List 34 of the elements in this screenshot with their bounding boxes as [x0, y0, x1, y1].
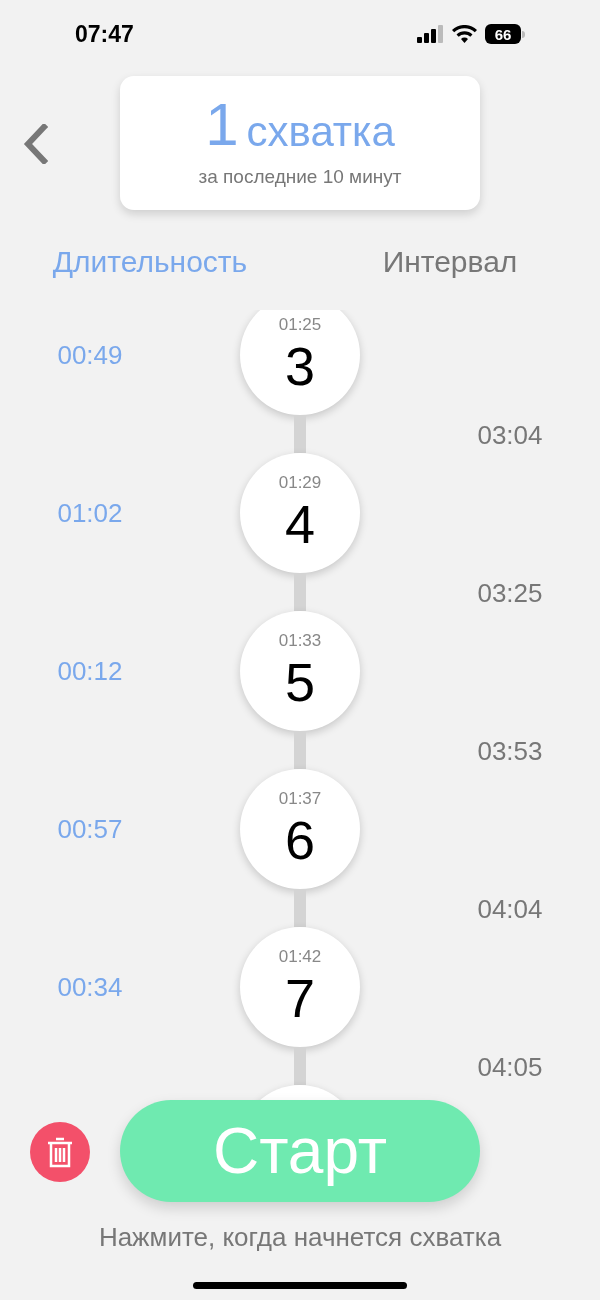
contraction-number: 6 [284, 809, 315, 871]
summary-subtitle: за последние 10 минут [198, 164, 402, 189]
contraction-time: 01:29 [278, 473, 322, 493]
signal-icon [417, 25, 444, 43]
column-header: Длительность [52, 244, 248, 280]
count-unit: схватка [246, 110, 395, 155]
wifi-icon [452, 25, 477, 43]
contraction-time: 01:33 [278, 631, 322, 651]
contraction-number: 4 [284, 493, 315, 555]
contraction-number: 5 [284, 651, 315, 713]
interval-text: 03:04 [477, 420, 543, 450]
contraction-time: 01:25 [278, 315, 322, 335]
contraction-number: 7 [284, 967, 315, 1029]
trash-icon [46, 1136, 74, 1168]
interval-text: 04:04 [477, 894, 543, 924]
status-time: 07:47 [75, 19, 134, 49]
duration-text: 01:02 [57, 496, 123, 530]
hint-text: Нажмите, когда начнется схватка [98, 1222, 502, 1252]
duration-text: 00:57 [57, 812, 123, 846]
contraction-number: 3 [284, 335, 315, 397]
duration-text: 00:34 [57, 970, 123, 1004]
duration-text: 00:12 [57, 654, 123, 688]
contraction-time: 01:42 [278, 947, 322, 967]
interval-text: 03:53 [477, 736, 543, 766]
contraction-time: 01:37 [278, 789, 322, 809]
duration-text: 00:49 [57, 338, 123, 372]
start-button[interactable]: Старт [120, 1100, 480, 1202]
contraction-count: 1 [205, 94, 239, 155]
delete-button[interactable] [30, 1122, 90, 1182]
interval-text: 04:05 [477, 1052, 543, 1082]
column-header: Интервал [382, 244, 518, 280]
interval-text: 03:25 [477, 578, 543, 608]
battery-level: 66 [494, 26, 512, 42]
back-icon [22, 124, 48, 164]
